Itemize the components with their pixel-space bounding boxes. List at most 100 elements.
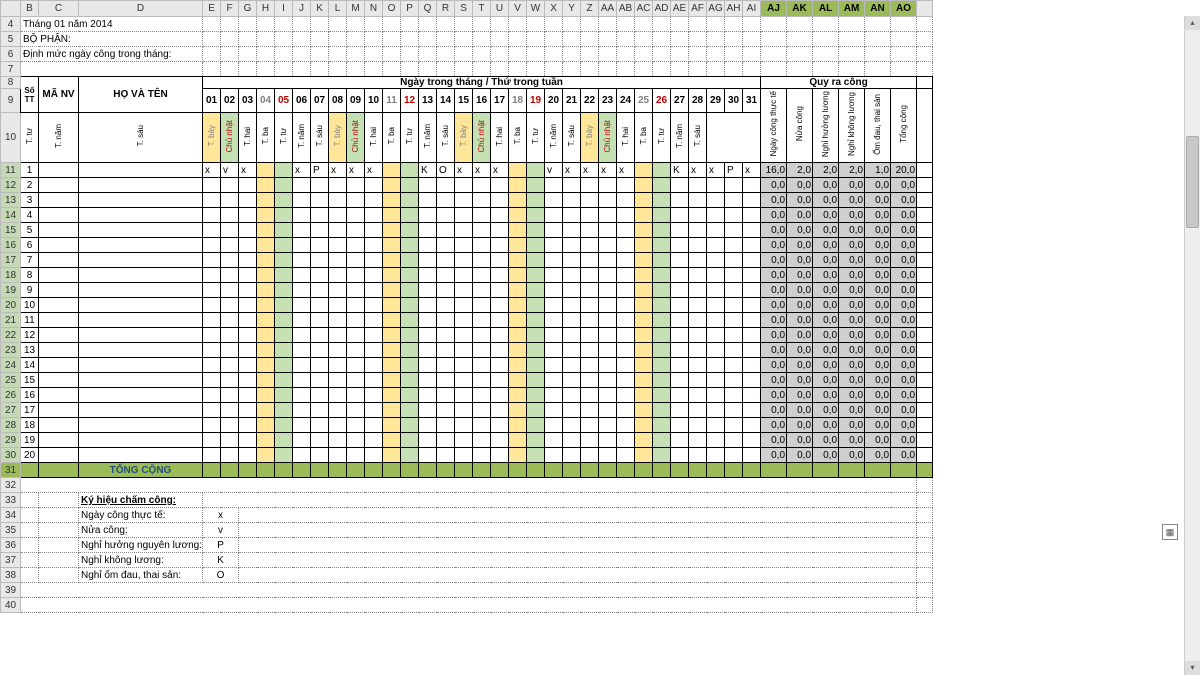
mark-cell[interactable] <box>455 178 473 193</box>
mark-cell[interactable] <box>653 448 671 463</box>
mark-cell[interactable] <box>635 388 653 403</box>
mark-cell[interactable] <box>311 403 329 418</box>
mark-cell[interactable] <box>671 418 689 433</box>
mark-cell[interactable] <box>653 373 671 388</box>
mark-cell[interactable] <box>329 388 347 403</box>
mark-cell[interactable] <box>635 373 653 388</box>
mark-cell[interactable] <box>275 418 293 433</box>
cell[interactable] <box>239 553 917 568</box>
scroll-thumb[interactable] <box>1186 136 1199 228</box>
mark-cell[interactable] <box>203 238 221 253</box>
cell[interactable] <box>311 32 329 47</box>
mark-cell[interactable] <box>509 208 527 223</box>
mark-cell[interactable] <box>743 358 761 373</box>
mark-cell[interactable] <box>707 433 725 448</box>
mark-cell[interactable] <box>509 193 527 208</box>
mark-cell[interactable] <box>419 343 437 358</box>
mark-cell[interactable] <box>563 433 581 448</box>
mark-cell[interactable] <box>599 298 617 313</box>
cell[interactable] <box>617 62 635 77</box>
mark-cell[interactable] <box>707 268 725 283</box>
mark-cell[interactable] <box>347 403 365 418</box>
mark-cell[interactable] <box>491 253 509 268</box>
mark-cell[interactable] <box>257 433 275 448</box>
mark-cell[interactable] <box>401 313 419 328</box>
mark-cell[interactable] <box>707 223 725 238</box>
mark-cell[interactable] <box>347 253 365 268</box>
mark-cell[interactable] <box>293 388 311 403</box>
mark-cell[interactable] <box>275 268 293 283</box>
mark-cell[interactable]: x <box>293 163 311 178</box>
mark-cell[interactable] <box>545 403 563 418</box>
mark-cell[interactable] <box>527 403 545 418</box>
mark-cell[interactable] <box>725 433 743 448</box>
mark-cell[interactable] <box>257 163 275 178</box>
mark-cell[interactable] <box>527 208 545 223</box>
row-header[interactable]: 29 <box>1 433 21 448</box>
row-header[interactable]: 13 <box>1 193 21 208</box>
cell[interactable] <box>653 32 671 47</box>
cell[interactable] <box>761 62 787 77</box>
cell[interactable] <box>257 17 275 32</box>
mark-cell[interactable] <box>203 343 221 358</box>
cell[interactable] <box>365 32 383 47</box>
mark-cell[interactable] <box>365 223 383 238</box>
mark-cell[interactable] <box>347 298 365 313</box>
mark-cell[interactable] <box>221 433 239 448</box>
mark-cell[interactable] <box>275 343 293 358</box>
mark-cell[interactable] <box>401 358 419 373</box>
mark-cell[interactable] <box>473 403 491 418</box>
mark-cell[interactable] <box>581 343 599 358</box>
cell[interactable] <box>419 62 437 77</box>
mark-cell[interactable] <box>329 433 347 448</box>
mark-cell[interactable] <box>221 388 239 403</box>
mark-cell[interactable]: x <box>707 163 725 178</box>
scroll-down-icon[interactable]: ▾ <box>1185 661 1200 675</box>
mark-cell[interactable] <box>725 388 743 403</box>
mark-cell[interactable] <box>653 178 671 193</box>
cell[interactable] <box>437 47 455 62</box>
mark-cell[interactable] <box>491 208 509 223</box>
mark-cell[interactable] <box>311 373 329 388</box>
name-cell[interactable] <box>79 268 203 283</box>
mark-cell[interactable] <box>311 253 329 268</box>
mark-cell[interactable] <box>689 208 707 223</box>
mark-cell[interactable] <box>491 433 509 448</box>
mark-cell[interactable] <box>275 403 293 418</box>
mark-cell[interactable] <box>383 373 401 388</box>
mark-cell[interactable] <box>257 268 275 283</box>
mark-cell[interactable] <box>419 403 437 418</box>
mark-cell[interactable] <box>239 433 257 448</box>
mark-cell[interactable] <box>635 313 653 328</box>
mark-cell[interactable] <box>527 283 545 298</box>
mark-cell[interactable] <box>419 433 437 448</box>
mark-cell[interactable] <box>401 298 419 313</box>
mark-cell[interactable] <box>653 403 671 418</box>
row-header[interactable]: 36 <box>1 538 21 553</box>
cell[interactable] <box>401 47 419 62</box>
mark-cell[interactable] <box>671 328 689 343</box>
mark-cell[interactable] <box>401 403 419 418</box>
name-cell[interactable] <box>79 223 203 238</box>
mark-cell[interactable] <box>599 268 617 283</box>
row-header[interactable]: 31 <box>1 463 21 478</box>
name-cell[interactable] <box>79 253 203 268</box>
name-cell[interactable] <box>79 448 203 463</box>
cell[interactable] <box>761 17 787 32</box>
cell[interactable] <box>221 62 239 77</box>
mark-cell[interactable]: K <box>671 163 689 178</box>
mark-cell[interactable] <box>725 328 743 343</box>
cell[interactable] <box>437 62 455 77</box>
mark-cell[interactable] <box>563 238 581 253</box>
mark-cell[interactable] <box>401 223 419 238</box>
cell[interactable] <box>455 62 473 77</box>
mark-cell[interactable] <box>437 283 455 298</box>
mark-cell[interactable] <box>221 208 239 223</box>
name-cell[interactable] <box>79 283 203 298</box>
mark-cell[interactable] <box>743 433 761 448</box>
mark-cell[interactable] <box>437 373 455 388</box>
mark-cell[interactable] <box>599 328 617 343</box>
cell[interactable] <box>725 32 743 47</box>
mark-cell[interactable] <box>311 223 329 238</box>
mark-cell[interactable] <box>401 238 419 253</box>
